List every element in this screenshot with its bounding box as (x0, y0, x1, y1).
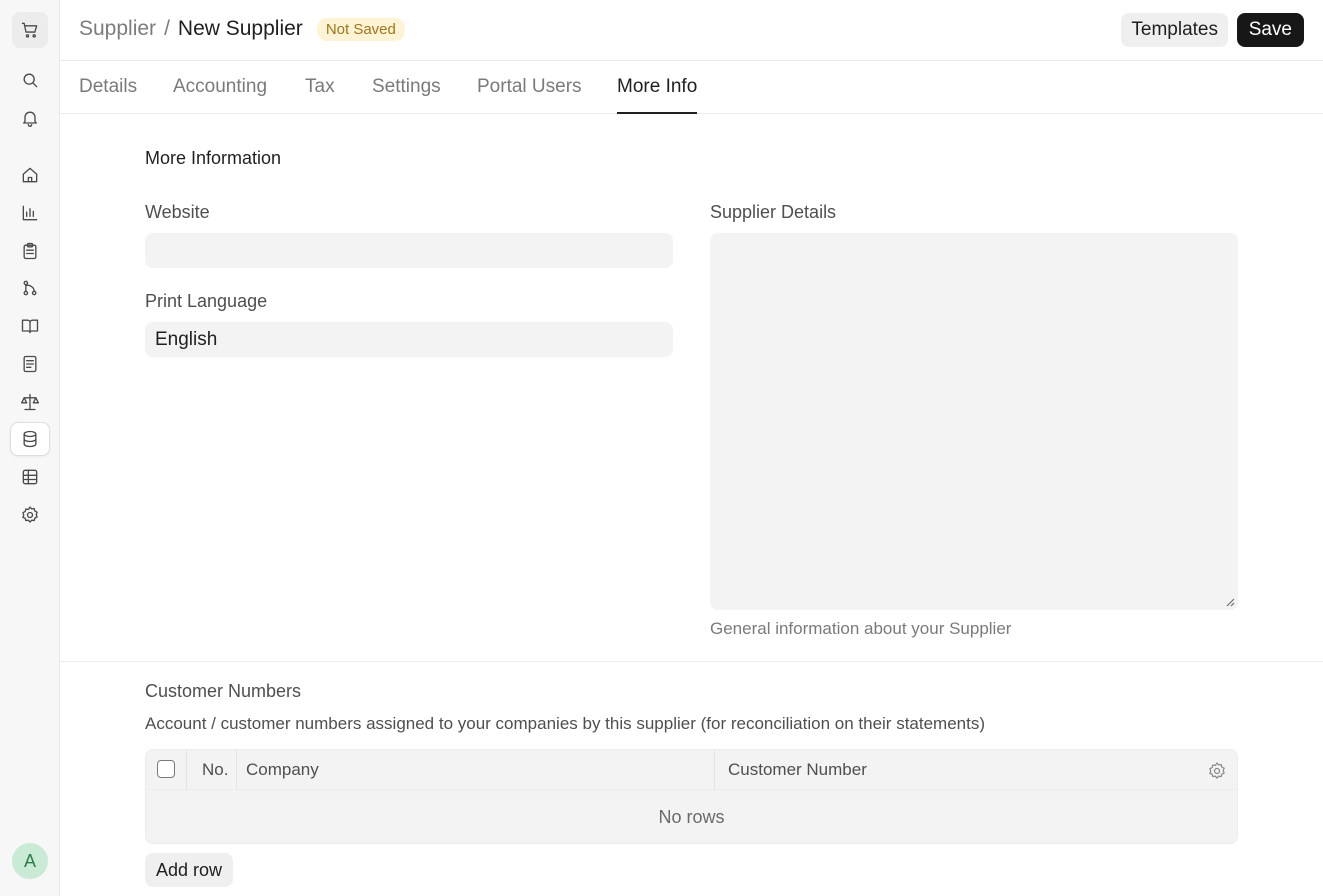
templates-button[interactable]: Templates (1121, 13, 1228, 47)
git-branch-icon[interactable] (10, 271, 50, 305)
breadcrumb-parent[interactable]: Supplier (79, 17, 156, 41)
supplier-details-textarea[interactable] (710, 233, 1238, 610)
add-row-button[interactable]: Add row (145, 853, 234, 887)
table-header: No. Company Customer Number (146, 750, 1237, 790)
page-title: New Supplier (177, 17, 303, 40)
home-icon[interactable] (10, 158, 50, 192)
tab-more-info[interactable]: More Info (617, 76, 698, 114)
column-divider (186, 750, 187, 790)
website-input[interactable] (145, 233, 673, 268)
section-title: More Information (145, 148, 282, 168)
supplier-details-label: Supplier Details (710, 202, 837, 222)
print-language-label: Print Language (145, 291, 268, 311)
database-icon[interactable] (10, 422, 50, 456)
tab-accounting[interactable]: Accounting (173, 76, 267, 114)
divider (60, 661, 1323, 662)
search-icon[interactable] (10, 63, 50, 97)
sidebar: A (0, 0, 60, 896)
scale-icon[interactable] (10, 385, 50, 419)
breadcrumb: Supplier / New Supplier Not Saved (79, 17, 405, 41)
chart-icon[interactable] (10, 196, 50, 230)
table-icon[interactable] (10, 460, 50, 494)
supplier-details-help: General information about your Supplier (710, 619, 1012, 638)
resize-handle-icon[interactable] (1225, 597, 1235, 607)
bell-icon[interactable] (10, 101, 50, 135)
column-divider (714, 750, 715, 790)
website-label: Website (145, 202, 210, 222)
column-header-company[interactable]: Company (246, 760, 319, 780)
customer-numbers-table: No. Company Customer Number No rows (145, 749, 1238, 844)
cart-icon[interactable] (12, 12, 48, 48)
save-button[interactable]: Save (1236, 13, 1304, 47)
clipboard-icon[interactable] (10, 234, 50, 268)
column-divider (236, 750, 237, 790)
status-badge: Not Saved (316, 17, 405, 41)
book-icon[interactable] (10, 309, 50, 343)
customer-numbers-title: Customer Numbers (145, 681, 302, 701)
tab-tax[interactable]: Tax (305, 76, 335, 114)
document-icon[interactable] (10, 347, 50, 381)
column-settings-gear-icon[interactable] (1207, 761, 1227, 781)
tab-portal-users[interactable]: Portal Users (477, 76, 582, 114)
avatar[interactable]: A (12, 843, 48, 879)
breadcrumb-separator: / (164, 17, 170, 40)
topbar: Supplier / New Supplier Not Saved Templa… (60, 0, 1323, 61)
gear-icon[interactable] (10, 498, 50, 532)
tab-bar: Details Accounting Tax Settings Portal U… (60, 61, 1323, 114)
column-header-customer-number[interactable]: Customer Number (728, 760, 867, 780)
print-language-field[interactable]: English (145, 322, 673, 357)
select-all-checkbox[interactable] (157, 760, 175, 778)
empty-state-text: No rows (658, 807, 725, 827)
tab-details[interactable]: Details (79, 76, 137, 114)
column-header-no: No. (202, 760, 229, 779)
customer-numbers-description: Account / customer numbers assigned to y… (145, 714, 986, 733)
tab-settings[interactable]: Settings (372, 76, 441, 114)
